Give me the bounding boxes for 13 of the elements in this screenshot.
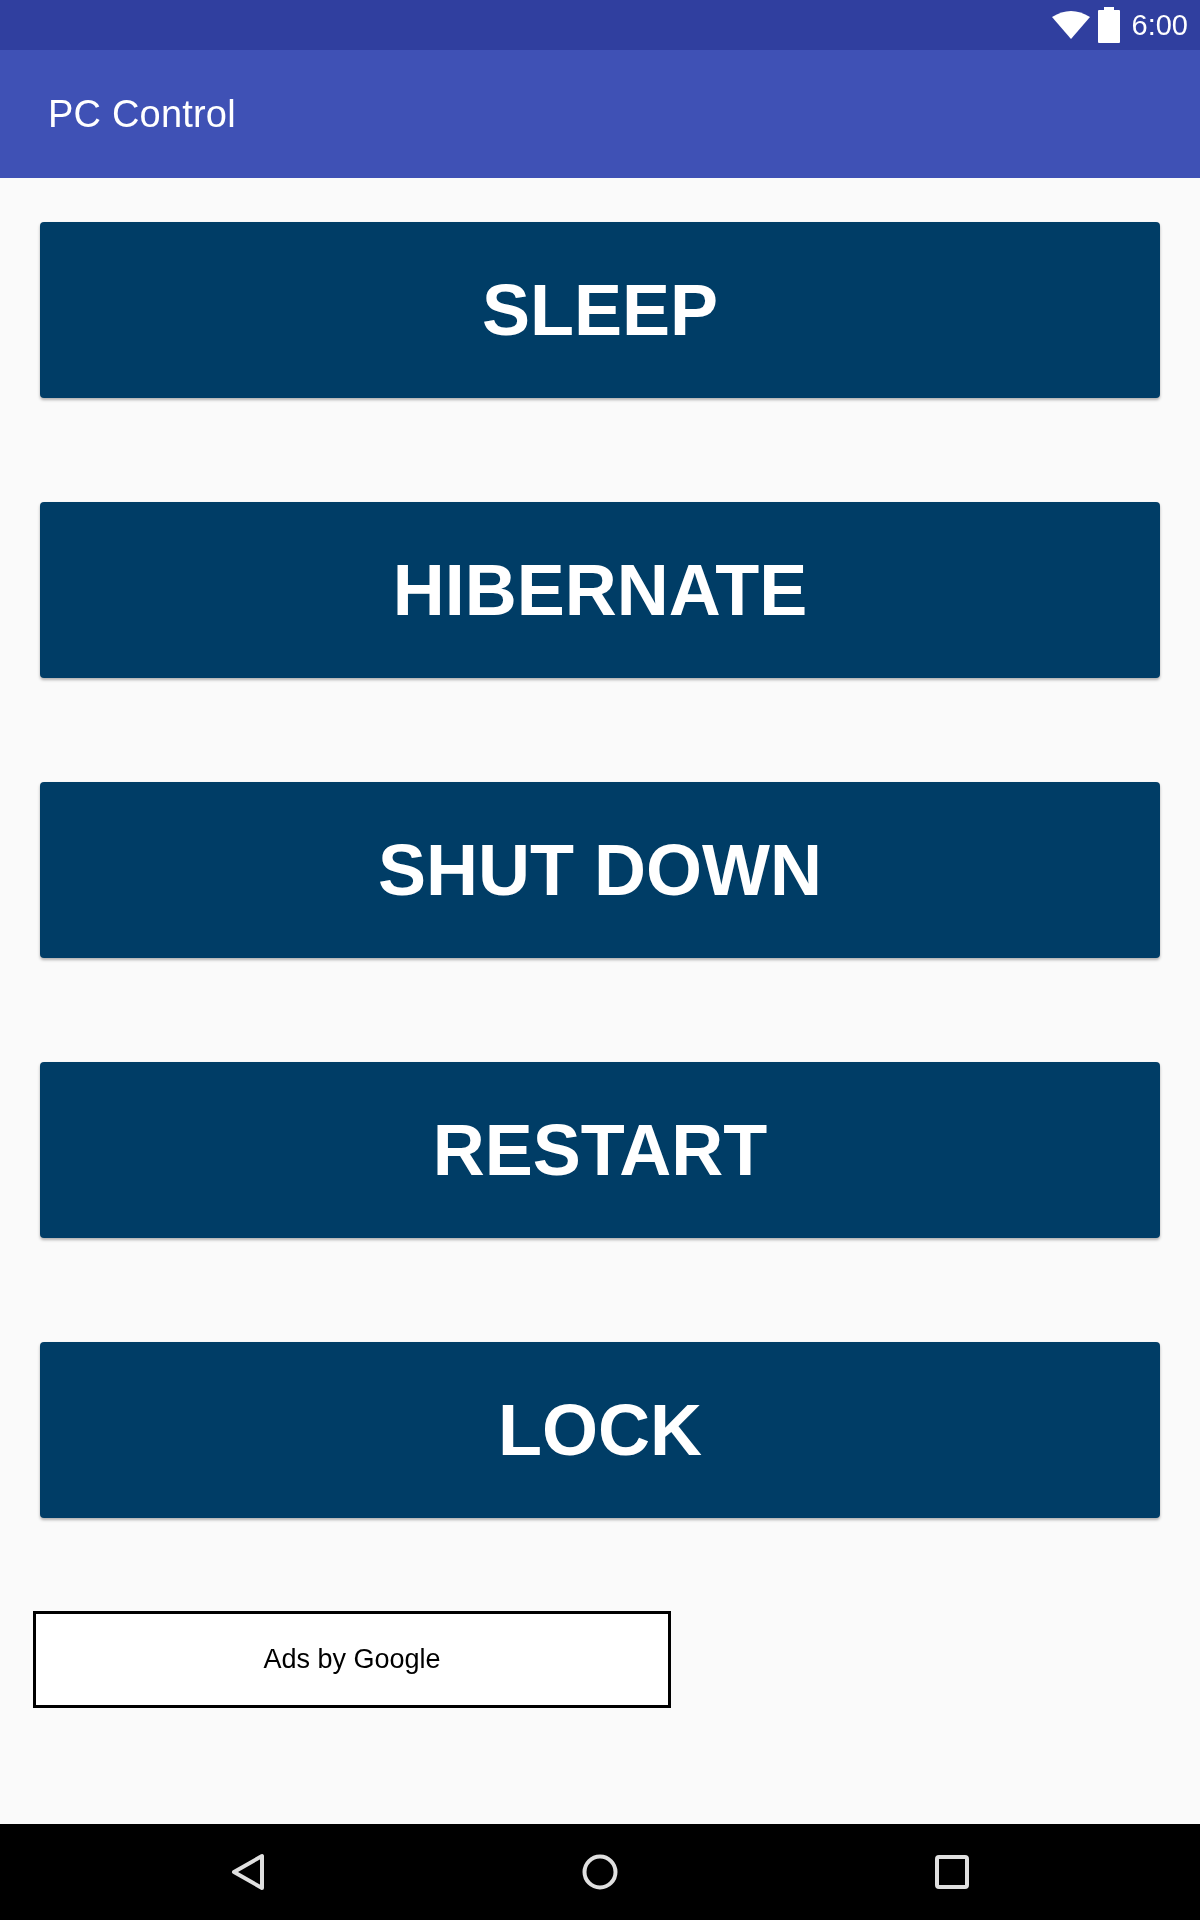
- battery-icon: [1097, 7, 1120, 43]
- home-icon[interactable]: [582, 1854, 618, 1890]
- command-button[interactable]: RESTART: [40, 1062, 1160, 1238]
- command-button[interactable]: LOCK: [40, 1342, 1160, 1518]
- recent-apps-icon[interactable]: [935, 1855, 969, 1889]
- command-button[interactable]: SLEEP: [40, 222, 1160, 398]
- command-button[interactable]: HIBERNATE: [40, 502, 1160, 678]
- command-button[interactable]: SHUT DOWN: [40, 782, 1160, 958]
- app-title: PC Control: [48, 95, 236, 133]
- wifi-signal-icon: [1051, 11, 1090, 39]
- back-icon[interactable]: [231, 1853, 265, 1891]
- status-time: 6:00: [1131, 10, 1188, 40]
- ad-banner[interactable]: Ads by Google: [33, 1611, 671, 1708]
